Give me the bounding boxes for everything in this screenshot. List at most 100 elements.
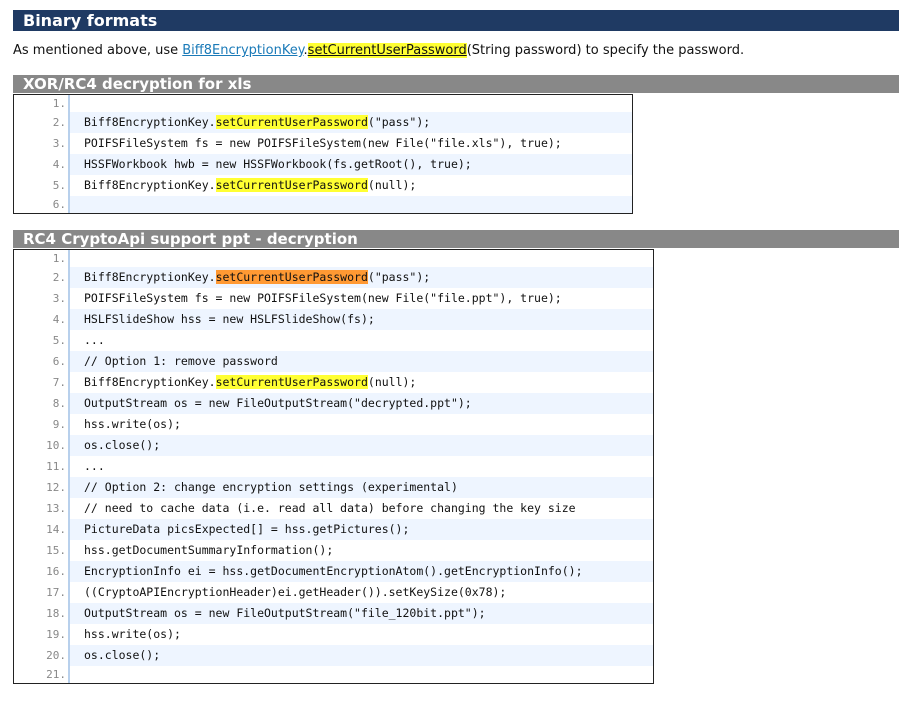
code-text: PictureData picsExpected[] = hss.getPict… bbox=[70, 519, 653, 540]
code-line: 13. // need to cache data (i.e. read all … bbox=[14, 498, 653, 519]
line-number: 3. bbox=[14, 288, 70, 309]
code-line: 15. hss.getDocumentSummaryInformation(); bbox=[14, 540, 653, 561]
search-highlight[interactable]: setCurrentUserPassword bbox=[215, 178, 368, 192]
code-token: os.close(); bbox=[84, 438, 161, 452]
intro-paragraph: As mentioned above, use Biff8EncryptionK… bbox=[13, 43, 744, 58]
code-token: // Option 1: remove password bbox=[84, 354, 278, 368]
code-token: PictureData picsExpected[] = hss.getPict… bbox=[84, 522, 410, 536]
code-line: 1. bbox=[14, 250, 653, 267]
biff8encryptionkey-link[interactable]: Biff8EncryptionKey bbox=[182, 43, 303, 58]
code-text: // Option 1: remove password bbox=[70, 351, 653, 372]
line-number: 6. bbox=[14, 351, 70, 372]
code-line: 11.... bbox=[14, 456, 653, 477]
code-token: ("pass"); bbox=[367, 270, 431, 284]
setcurrentuserpassword-link[interactable]: setCurrentUserPassword bbox=[307, 43, 467, 58]
code-line: 5.... bbox=[14, 330, 653, 351]
code-text: OutputStream os = new FileOutputStream("… bbox=[70, 603, 653, 624]
code-line: 14. PictureData picsExpected[] = hss.getP… bbox=[14, 519, 653, 540]
line-number: 4. bbox=[14, 154, 70, 175]
line-number: 15. bbox=[14, 540, 70, 561]
code-token: HSSFWorkbook hwb = new HSSFWorkbook(fs.g… bbox=[84, 157, 472, 171]
code-text: POIFSFileSystem fs = new POIFSFileSystem… bbox=[70, 288, 653, 309]
code-text bbox=[70, 196, 632, 213]
line-number: 20. bbox=[14, 645, 70, 666]
line-number: 3. bbox=[14, 133, 70, 154]
code-line: 9. hss.write(os); bbox=[14, 414, 653, 435]
code-text: OutputStream os = new FileOutputStream("… bbox=[70, 393, 653, 414]
search-highlight-active[interactable]: setCurrentUserPassword bbox=[215, 270, 368, 284]
line-number: 19. bbox=[14, 624, 70, 645]
xls-section-title: XOR/RC4 decryption for xls bbox=[13, 75, 899, 93]
code-token: hss.write(os); bbox=[84, 417, 181, 431]
code-line: 6. // Option 1: remove password bbox=[14, 351, 653, 372]
code-text: Biff8EncryptionKey.setCurrentUserPasswor… bbox=[70, 372, 653, 393]
code-line: 1. bbox=[14, 95, 632, 112]
line-number: 2. bbox=[14, 267, 70, 288]
code-text: Biff8EncryptionKey.setCurrentUserPasswor… bbox=[70, 175, 632, 196]
code-line: 19. hss.write(os); bbox=[14, 624, 653, 645]
line-number: 14. bbox=[14, 519, 70, 540]
line-number: 9. bbox=[14, 414, 70, 435]
code-token: Biff8EncryptionKey. bbox=[84, 375, 216, 389]
code-line: 2. Biff8EncryptionKey.setCurrentUserPassw… bbox=[14, 112, 632, 133]
code-line: 4. HSLFSlideShow hss = new HSLFSlideShow(… bbox=[14, 309, 653, 330]
code-token: Biff8EncryptionKey. bbox=[84, 115, 216, 129]
code-text: // need to cache data (i.e. read all dat… bbox=[70, 498, 653, 519]
code-text: hss.write(os); bbox=[70, 414, 653, 435]
code-text: os.close(); bbox=[70, 435, 653, 456]
line-number: 4. bbox=[14, 309, 70, 330]
code-line: 3. POIFSFileSystem fs = new POIFSFileSyst… bbox=[14, 133, 632, 154]
code-token: OutputStream os = new FileOutputStream("… bbox=[84, 396, 472, 410]
code-line: 10. os.close(); bbox=[14, 435, 653, 456]
code-text: hss.getDocumentSummaryInformation(); bbox=[70, 540, 653, 561]
xls-code-block: 1. 2. Biff8EncryptionKey.setCurrentUserPas… bbox=[13, 94, 633, 214]
line-number: 18. bbox=[14, 603, 70, 624]
intro-suffix: (String password) to specify the passwor… bbox=[466, 43, 745, 58]
code-token: (null); bbox=[367, 375, 417, 389]
code-line: 5. Biff8EncryptionKey.setCurrentUserPassw… bbox=[14, 175, 632, 196]
line-number: 5. bbox=[14, 175, 70, 196]
line-number: 13. bbox=[14, 498, 70, 519]
intro-prefix: As mentioned above, use bbox=[13, 43, 183, 58]
ppt-code-block: 1. 2. Biff8EncryptionKey.setCurrentUserPas… bbox=[13, 249, 654, 684]
search-highlight[interactable]: setCurrentUserPassword bbox=[215, 375, 368, 389]
code-line: 20. os.close(); bbox=[14, 645, 653, 666]
line-number: 1. bbox=[14, 95, 70, 112]
ppt-section-title: RC4 CryptoApi support ppt - decryption bbox=[13, 230, 899, 248]
code-line: 6. bbox=[14, 196, 632, 213]
code-line: 18. OutputStream os = new FileOutputStrea… bbox=[14, 603, 653, 624]
code-token: (null); bbox=[367, 178, 417, 192]
code-token: hss.write(os); bbox=[84, 627, 181, 641]
code-token: HSLFSlideShow hss = new HSLFSlideShow(fs… bbox=[84, 312, 375, 326]
code-token: OutputStream os = new FileOutputStream("… bbox=[84, 606, 486, 620]
line-number: 8. bbox=[14, 393, 70, 414]
code-line: 4. HSSFWorkbook hwb = new HSSFWorkbook(fs… bbox=[14, 154, 632, 175]
code-line: 16. EncryptionInfo ei = hss.getDocumentEn… bbox=[14, 561, 653, 582]
code-token: ... bbox=[84, 333, 105, 347]
code-line: 12. // Option 2: change encryption settin… bbox=[14, 477, 653, 498]
line-number: 12. bbox=[14, 477, 70, 498]
line-number: 16. bbox=[14, 561, 70, 582]
line-number: 2. bbox=[14, 112, 70, 133]
code-line: 2. Biff8EncryptionKey.setCurrentUserPassw… bbox=[14, 267, 653, 288]
line-number: 11. bbox=[14, 456, 70, 477]
code-token: Biff8EncryptionKey. bbox=[84, 178, 216, 192]
code-text: HSLFSlideShow hss = new HSLFSlideShow(fs… bbox=[70, 309, 653, 330]
code-text: os.close(); bbox=[70, 645, 653, 666]
code-token: Biff8EncryptionKey. bbox=[84, 270, 216, 284]
code-token: // Option 2: change encryption settings … bbox=[84, 480, 458, 494]
line-number: 5. bbox=[14, 330, 70, 351]
code-token: ... bbox=[84, 459, 105, 473]
code-text: ... bbox=[70, 456, 653, 477]
line-number: 17. bbox=[14, 582, 70, 603]
line-number: 6. bbox=[14, 196, 70, 213]
code-text: // Option 2: change encryption settings … bbox=[70, 477, 653, 498]
code-token: ((CryptoAPIEncryptionHeader)ei.getHeader… bbox=[84, 585, 507, 599]
code-line: 17. ((CryptoAPIEncryptionHeader)ei.getHea… bbox=[14, 582, 653, 603]
line-number: 1. bbox=[14, 250, 70, 267]
code-token: hss.getDocumentSummaryInformation(); bbox=[84, 543, 334, 557]
code-line: 7. Biff8EncryptionKey.setCurrentUserPassw… bbox=[14, 372, 653, 393]
search-highlight[interactable]: setCurrentUserPassword bbox=[215, 115, 368, 129]
